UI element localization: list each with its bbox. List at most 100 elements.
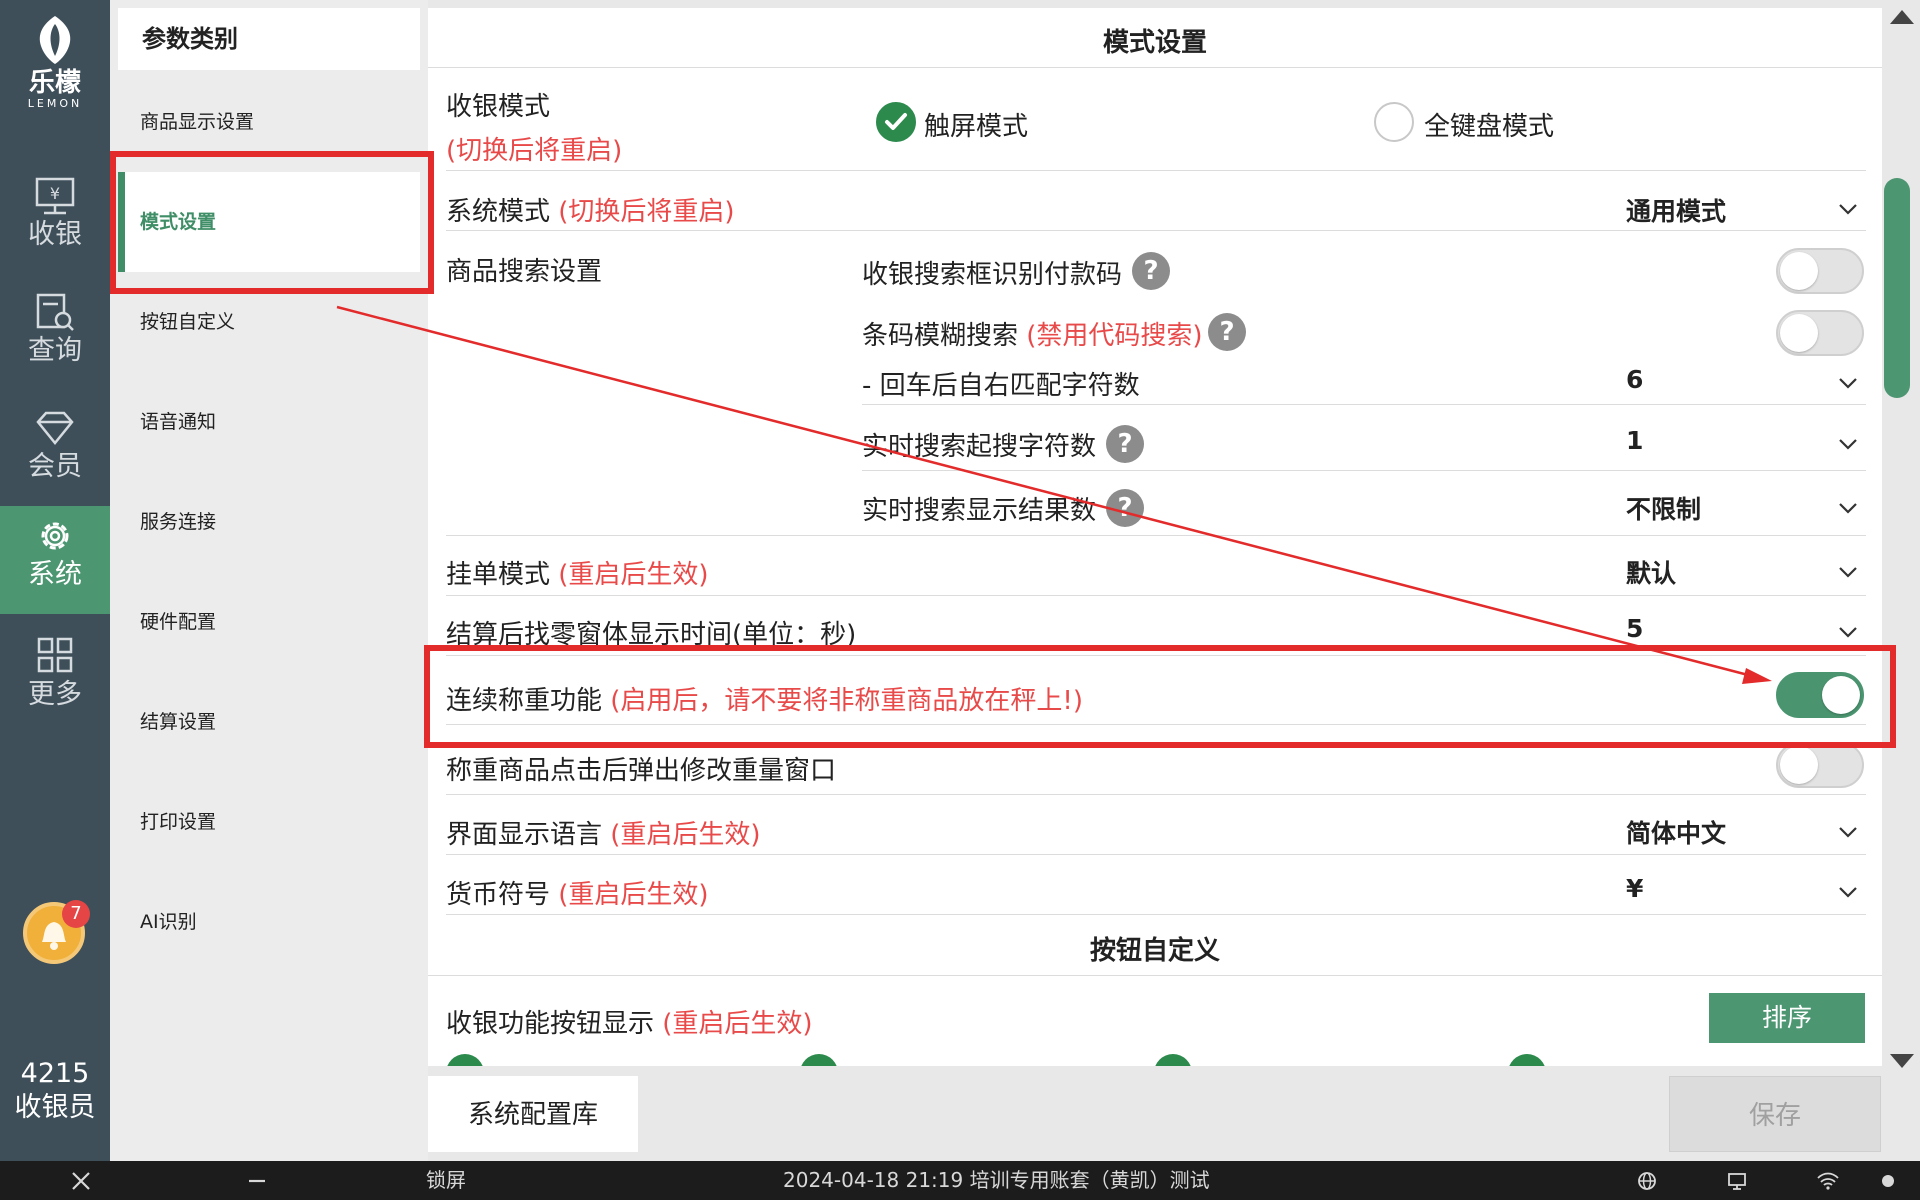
radio-keyboard-mode[interactable] [1374, 102, 1414, 142]
battery-icon [1882, 1175, 1894, 1187]
notification-badge: 7 [62, 900, 90, 928]
divider [862, 470, 1866, 471]
nav-item-cashier[interactable]: ¥ 收银 [0, 166, 110, 274]
main-nav: 乐檬 LEMON ¥ 收银 查询 会员 系统 更多 7 4215 收银员 [0, 0, 110, 1161]
logo-text-en: LEMON [27, 97, 83, 110]
realtime-start-label: 实时搜索起搜字符数 [862, 432, 1097, 462]
system-mode-value[interactable]: 通用模式 [1626, 192, 1726, 228]
chevron-down-icon[interactable] [1838, 565, 1858, 579]
system-mode-label-text: 系统模式 [446, 197, 551, 227]
section-title-mode: 模式设置 [1102, 28, 1207, 58]
ui-language-label-text: 界面显示语言 [446, 820, 603, 850]
settings-panel: 模式设置 收银模式 (切换后将重启) 触屏模式 全键盘模式 系统模式 (切换后将… [428, 8, 1882, 1066]
minimize-icon[interactable] [246, 1170, 268, 1192]
realtime-results-label: 实时搜索显示结果数 [862, 496, 1097, 526]
nav-item-more[interactable]: 更多 [0, 626, 110, 734]
hold-mode-value[interactable]: 默认 [1626, 554, 1676, 590]
weigh-popup-label: 称重商品点击后弹出修改重量窗口 [446, 756, 837, 786]
divider [862, 404, 1866, 405]
checkbox-func-button[interactable] [446, 1054, 484, 1066]
query-icon [36, 293, 74, 331]
toggle-barcode-fuzzy[interactable] [1776, 310, 1864, 356]
chevron-down-icon[interactable] [1838, 202, 1858, 216]
wifi-icon[interactable] [1816, 1170, 1840, 1192]
chevron-down-icon[interactable] [1838, 376, 1858, 390]
globe-icon[interactable] [1636, 1170, 1658, 1192]
currency-value[interactable]: ¥ [1626, 874, 1643, 903]
settings-scrollbar[interactable] [1882, 8, 1920, 1068]
barcode-fuzzy-label-text: 条码模糊搜索 [862, 321, 1019, 351]
nav-item-query[interactable]: 查询 [0, 282, 110, 390]
touch-mode-label: 触屏模式 [924, 112, 1029, 142]
category-item-checkout[interactable]: 结算设置 [118, 672, 420, 772]
divider [446, 794, 1866, 795]
checkbox-func-button[interactable] [1154, 1054, 1192, 1066]
save-button[interactable]: 保存 [1669, 1076, 1881, 1152]
nav-item-member[interactable]: 会员 [0, 398, 110, 506]
lock-screen-button[interactable]: 锁屏 [426, 1161, 466, 1200]
scroll-thumb[interactable] [1884, 178, 1910, 398]
cash-mode-note: (切换后将重启) [446, 136, 623, 166]
chevron-down-icon[interactable] [1838, 825, 1858, 839]
help-icon[interactable]: ? [1208, 313, 1246, 351]
lemon-logo-icon [39, 16, 71, 64]
cash-mode-label: 收银模式 [446, 92, 551, 122]
enter-match-value[interactable]: 6 [1626, 365, 1643, 394]
func-buttons-label-text: 收银功能按钮显示 [446, 1009, 655, 1039]
toggle-weigh-popup[interactable] [1776, 742, 1864, 788]
close-icon[interactable] [70, 1170, 92, 1192]
change-window-value[interactable]: 5 [1626, 614, 1643, 643]
realtime-results-value[interactable]: 不限制 [1626, 490, 1701, 526]
system-config-library-button[interactable]: 系统配置库 [428, 1076, 638, 1152]
monitor-icon[interactable] [1726, 1170, 1748, 1192]
category-item-voice-notify[interactable]: 语音通知 [118, 372, 420, 472]
func-buttons-label: 收银功能按钮显示 (重启后生效) [446, 1003, 813, 1040]
scroll-up-arrow-icon[interactable] [1890, 10, 1914, 24]
radio-touch-mode[interactable] [876, 102, 916, 142]
check-icon [885, 113, 907, 130]
category-item-print[interactable]: 打印设置 [118, 772, 420, 872]
chevron-down-icon[interactable] [1838, 625, 1858, 639]
checkbox-func-button[interactable] [800, 1054, 838, 1066]
help-icon[interactable]: ? [1132, 252, 1170, 290]
taskbar: 锁屏 2024-04-18 21:19 培训专用账套（黄凯）测试 [0, 1161, 1920, 1200]
category-header: 参数类别 [118, 8, 420, 70]
toggle-knob [1780, 314, 1818, 352]
hold-mode-label: 挂单模式 (重启后生效) [446, 554, 709, 591]
nav-label: 查询 [28, 335, 82, 366]
nav-item-system[interactable]: 系统 [0, 506, 110, 614]
scroll-down-arrow-icon[interactable] [1890, 1054, 1914, 1068]
barcode-fuzzy-note: (禁用代码搜索) [1026, 321, 1203, 351]
toggle-knob [1780, 746, 1818, 784]
category-item-hardware[interactable]: 硬件配置 [118, 572, 420, 672]
category-item-service-connect[interactable]: 服务连接 [118, 472, 420, 572]
divider [446, 595, 1866, 596]
system-mode-label: 系统模式 (切换后将重启) [446, 191, 735, 228]
section-title-buttons: 按钮自定义 [1089, 936, 1220, 966]
chevron-down-icon[interactable] [1838, 885, 1858, 899]
ui-language-value[interactable]: 简体中文 [1626, 814, 1726, 850]
app-logo: 乐檬 LEMON [0, 14, 110, 110]
realtime-start-value[interactable]: 1 [1626, 426, 1643, 455]
system-mode-note: (切换后将重启) [558, 197, 735, 227]
help-icon[interactable]: ? [1106, 489, 1144, 527]
currency-note: (重启后生效) [558, 880, 709, 910]
annotation-box-category [110, 151, 434, 294]
gear-icon [41, 522, 69, 550]
checkbox-func-button[interactable] [1508, 1054, 1546, 1066]
enter-match-label: - 回车后自右匹配字符数 [862, 371, 1140, 401]
category-item-ai-recognition[interactable]: AI识别 [118, 872, 420, 972]
logo-text-cn: 乐檬 [28, 68, 81, 98]
currency-label: 货币符号 (重启后生效) [446, 874, 709, 911]
annotation-box-continuous-weigh [424, 645, 1896, 748]
divider [446, 535, 1866, 536]
chevron-down-icon[interactable] [1838, 437, 1858, 451]
func-buttons-note: (重启后生效) [662, 1009, 813, 1039]
help-icon[interactable]: ? [1106, 425, 1144, 463]
nav-label: 收银 [28, 219, 82, 250]
sort-button[interactable]: 排序 [1709, 993, 1865, 1043]
chevron-down-icon[interactable] [1838, 501, 1858, 515]
grid-icon [37, 637, 73, 673]
toggle-search-recognize-payment[interactable] [1776, 248, 1864, 294]
nav-label: 更多 [28, 679, 82, 710]
